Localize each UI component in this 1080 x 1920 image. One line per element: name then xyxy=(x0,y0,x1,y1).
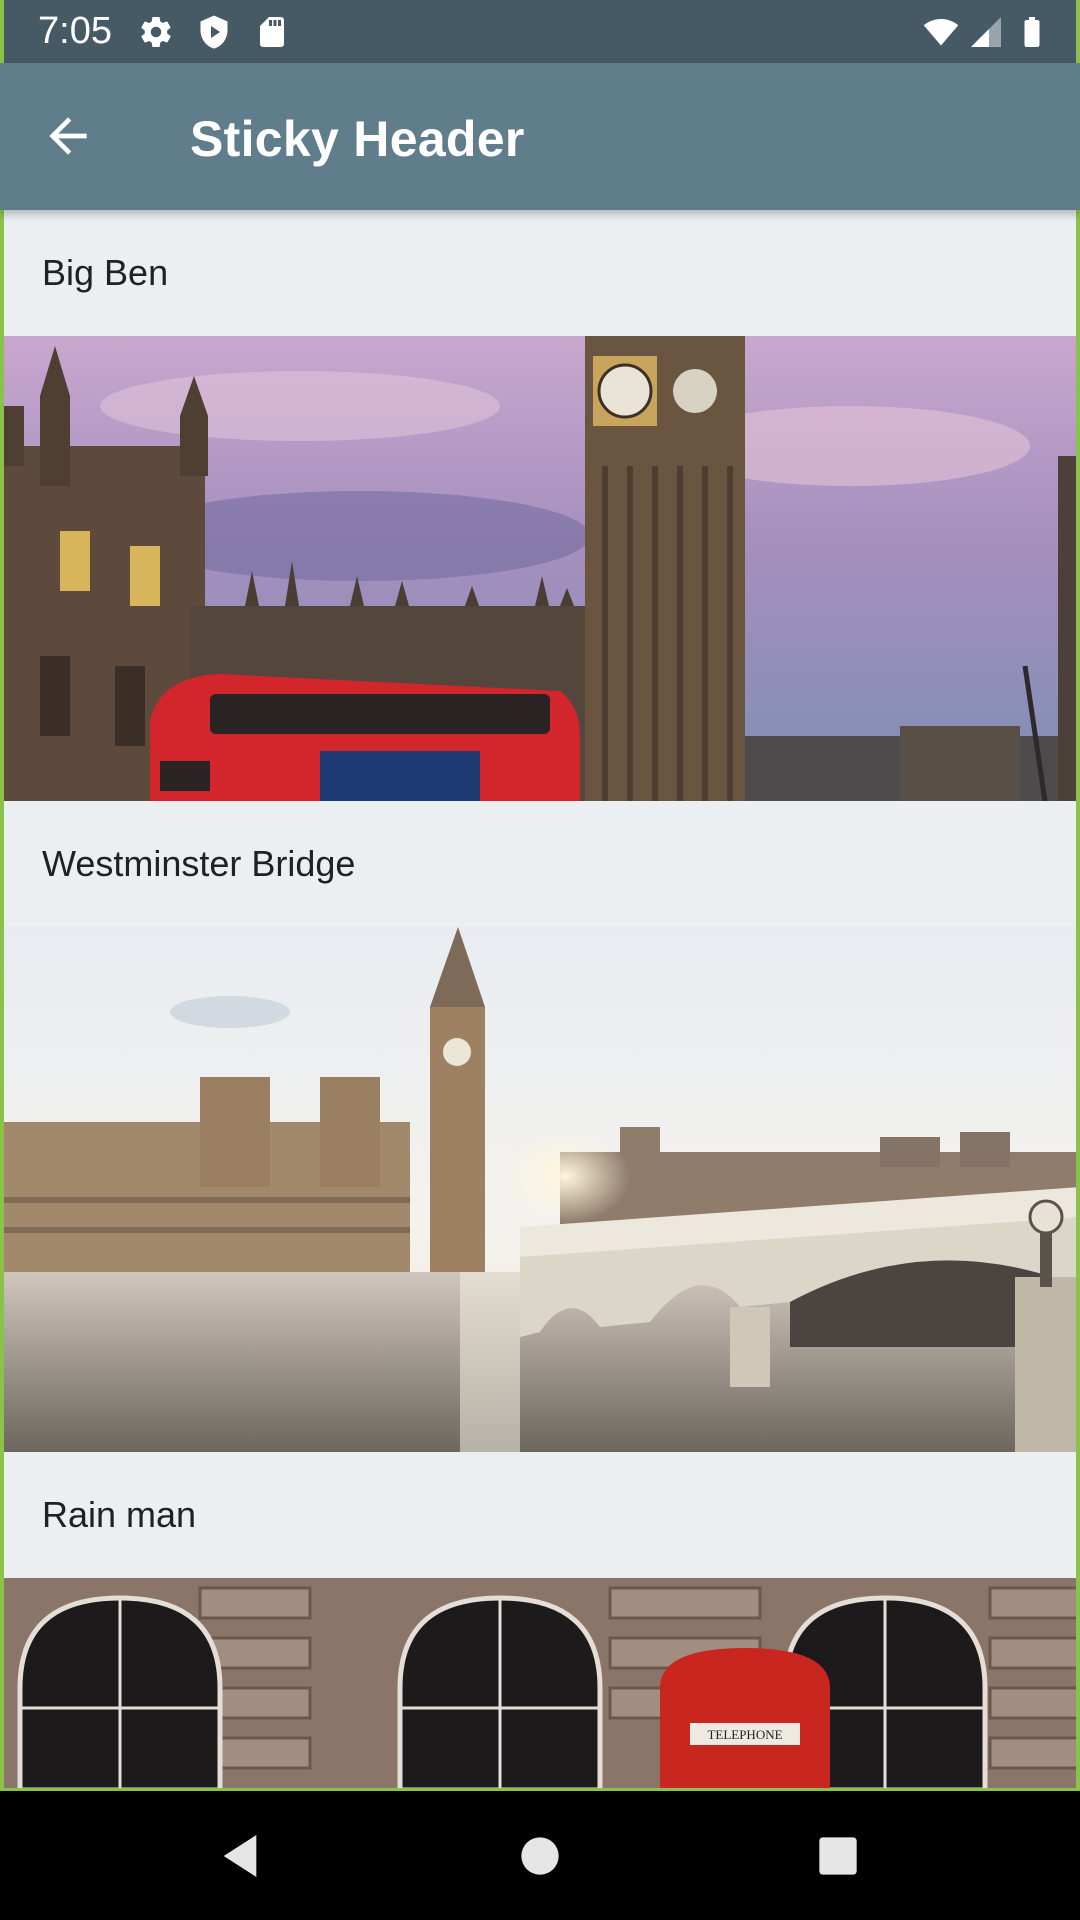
svg-text:TELEPHONE: TELEPHONE xyxy=(707,1727,782,1742)
status-time: 7:05 xyxy=(38,10,112,52)
signal-icon xyxy=(971,17,1001,47)
big-ben-photo xyxy=(0,336,1080,801)
wifi-icon xyxy=(923,18,959,46)
app-bar: Sticky Header xyxy=(0,63,1080,210)
section-header-rain-man[interactable]: Rain man xyxy=(0,1452,1080,1578)
screen: 7:05 Sticky Header Big Ben Westminster B… xyxy=(0,0,1080,1920)
westminster-bridge-image[interactable] xyxy=(0,927,1080,1452)
section-header-big-ben[interactable]: Big Ben xyxy=(0,210,1080,336)
back-triangle-icon[interactable] xyxy=(212,1828,268,1884)
westminster-bridge-photo xyxy=(0,927,1080,1452)
sd-card-icon xyxy=(260,17,284,47)
status-bar: 7:05 xyxy=(0,0,1080,63)
settings-icon xyxy=(141,16,171,48)
arrow-back-icon[interactable] xyxy=(40,108,96,164)
frame-border-right xyxy=(1076,0,1080,1790)
battery-icon xyxy=(1024,17,1040,47)
big-ben-image[interactable] xyxy=(0,336,1080,801)
section-header-label: Rain man xyxy=(42,1494,197,1535)
section-header-label: Westminster Bridge xyxy=(42,843,356,884)
section-header-westminster-bridge[interactable]: Westminster Bridge xyxy=(0,801,1080,927)
frame-border-bottom xyxy=(0,1788,1080,1791)
recents-square-icon[interactable] xyxy=(810,1828,866,1884)
shield-play-icon xyxy=(200,15,228,49)
sticky-header-list[interactable]: Big Ben Westminster Bridge Rain man TELE… xyxy=(0,210,1080,1790)
rain-man-image[interactable]: TELEPHONE xyxy=(0,1578,1080,1790)
navigation-bar xyxy=(0,1790,1080,1920)
rain-man-photo: TELEPHONE xyxy=(0,1578,1080,1790)
home-circle-icon[interactable] xyxy=(512,1828,568,1884)
frame-border-left xyxy=(0,0,4,1790)
section-header-label: Big Ben xyxy=(42,252,169,293)
page-title: Sticky Header xyxy=(190,111,525,167)
